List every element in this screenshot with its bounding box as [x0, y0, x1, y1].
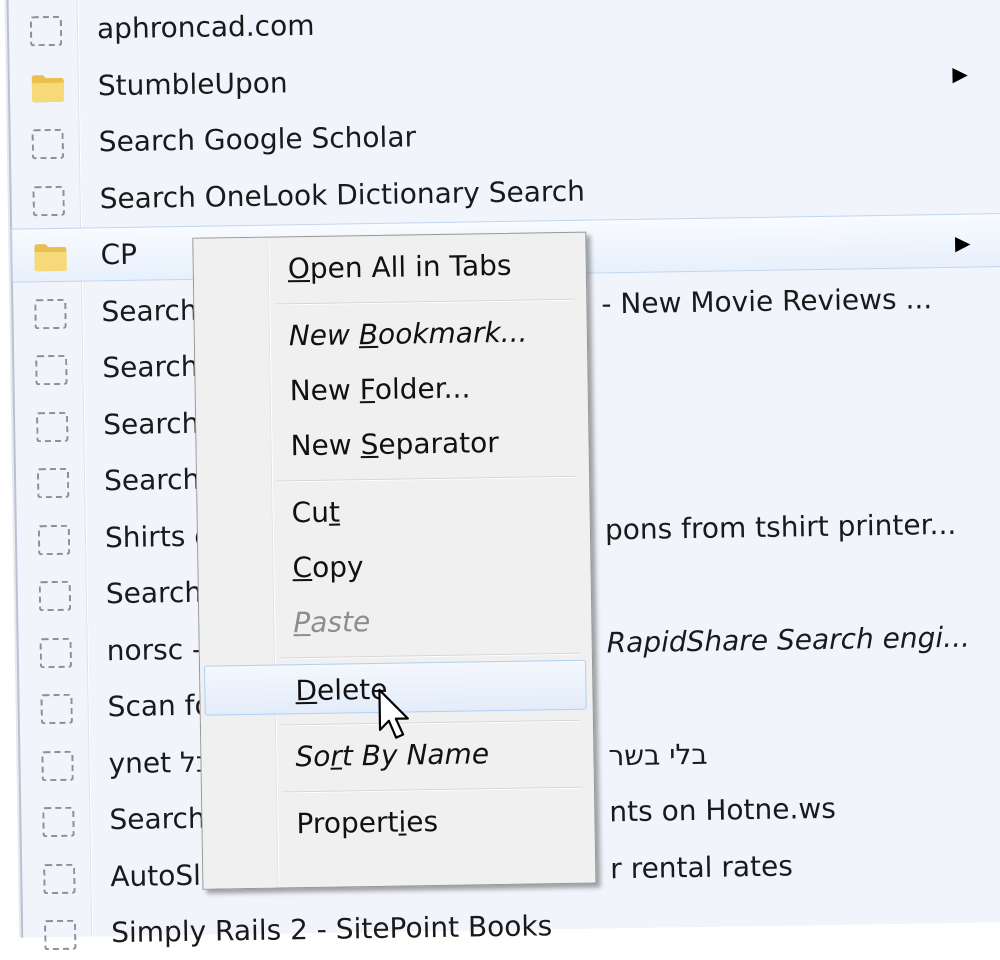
bookmark-item[interactable]: Simply Rails 2 - SitePoint Books: [23, 892, 1000, 960]
bookmark-label: CP: [100, 237, 138, 272]
folder-icon: [33, 242, 67, 273]
cut-item[interactable]: Cut: [201, 483, 584, 539]
blank-page-icon: [32, 185, 65, 216]
blank-page-icon: [35, 354, 68, 386]
context-menu: Open All in Tabs New Bookmark... New Folde…: [192, 231, 597, 890]
mouse-pointer-icon: [378, 688, 409, 739]
bookmark-label-continued: בלי בשר: [608, 737, 708, 772]
bookmark-label-continued: nts on Hotne.ws: [609, 791, 837, 829]
blank-page-icon: [40, 693, 73, 725]
bookmark-label-continued: pons from tshirt printer...: [604, 507, 957, 546]
bookmark-label: Search OneLook Dictionary Search: [99, 174, 586, 215]
bookmark-label-continued: RapidShare Search engi...: [606, 620, 971, 659]
blank-page-icon: [42, 806, 75, 838]
bookmark-label-continued: - New Movie Reviews ...: [601, 281, 933, 320]
blank-page-icon: [31, 128, 65, 160]
bookmark-label: Search Google Scholar: [98, 120, 417, 159]
context-menu-label: Paste: [293, 605, 371, 640]
bookmark-label: StumbleUpon: [97, 65, 288, 102]
blank-page-icon: [43, 863, 76, 894]
new-folder-item[interactable]: New Folder...: [199, 361, 582, 417]
context-menu-label: New Separator: [290, 426, 500, 463]
bookmark-item[interactable]: Search Google Scholar: [10, 101, 1000, 169]
bookmark-item[interactable]: Search OneLook Dictionary Search: [11, 157, 1000, 225]
bookmark-label: aphroncad.com: [96, 8, 315, 46]
bookmark-label-continued: r rental rates: [609, 848, 794, 885]
context-menu-label: Properties: [296, 805, 439, 841]
context-menu-label: Delete: [295, 672, 388, 708]
blank-page-icon: [34, 298, 67, 329]
submenu-arrow-icon: ▶: [954, 230, 971, 255]
menu-separator: [281, 786, 582, 794]
context-menu-label: Copy: [292, 550, 364, 585]
menu-separator: [279, 652, 580, 660]
bookmark-label: Simply Rails 2 - SitePoint Books: [110, 909, 553, 950]
context-menu-label: Cut: [291, 495, 341, 530]
blank-page-icon: [37, 524, 71, 555]
new-bookmark-item[interactable]: New Bookmark...: [198, 306, 581, 362]
blank-page-icon: [43, 919, 77, 951]
context-menu-label: Open All in Tabs: [287, 248, 512, 286]
submenu-arrow-icon: ▶: [952, 61, 968, 86]
context-menu-label: New Folder...: [289, 371, 471, 408]
bookmark-item[interactable]: StumbleUpon ▶: [9, 44, 1000, 112]
blank-page-icon: [29, 15, 63, 47]
blank-page-icon: [41, 750, 74, 781]
new-separator-item[interactable]: New Separator: [200, 416, 583, 472]
blank-page-icon: [36, 467, 70, 499]
screenshot-scene: aphroncad.com StumbleUpon ▶ Search Google S…: [0, 0, 1000, 951]
blank-page-icon: [38, 580, 72, 612]
folder-icon: [31, 72, 65, 103]
bookmark-label: norsc -: [106, 632, 203, 667]
copy-item[interactable]: Copy: [202, 538, 585, 594]
blank-page-icon: [39, 637, 73, 668]
blank-page-icon: [36, 411, 69, 442]
context-menu-label: New Bookmark...: [288, 315, 528, 353]
menu-separator: [274, 298, 575, 306]
menu-separator: [277, 475, 578, 483]
paste-item: Paste: [203, 593, 586, 649]
open-all-in-tabs-item[interactable]: Open All in Tabs: [197, 239, 580, 295]
properties-item[interactable]: Properties: [206, 794, 589, 850]
menu-separator: [280, 719, 581, 727]
